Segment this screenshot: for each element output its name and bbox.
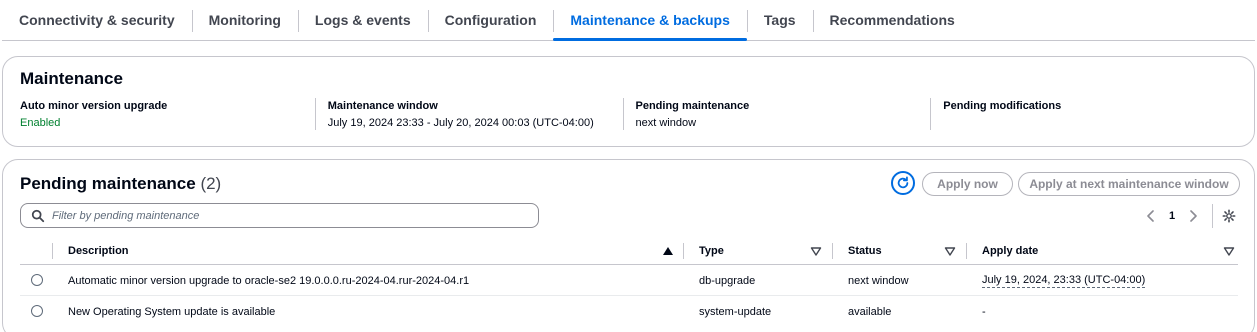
tab-label: Maintenance & backups	[570, 12, 730, 28]
description-cell: Automatic minor version upgrade to oracl…	[68, 274, 470, 287]
pagination: 1	[1143, 206, 1201, 226]
divider	[1212, 204, 1213, 228]
field-value: July 19, 2024 23:33 - July 20, 2024 00:0…	[327, 117, 594, 129]
apply-date-cell: -	[982, 305, 986, 318]
preferences-button[interactable]	[1220, 207, 1238, 225]
column-header-status[interactable]: Status	[848, 237, 882, 265]
sort-icon[interactable]	[810, 245, 822, 257]
apply-now-button[interactable]: Apply now	[922, 172, 1013, 196]
tab-logs-events[interactable]: Logs & events	[297, 0, 428, 40]
field-label: Pending modifications	[943, 100, 1062, 112]
row-select-radio[interactable]	[31, 274, 43, 286]
maintenance-title: Maintenance	[20, 69, 123, 88]
title-text: Pending maintenance	[20, 174, 196, 193]
tab-label: Tags	[763, 12, 796, 28]
gear-icon	[1222, 209, 1236, 223]
pending-maintenance-title: Pending maintenance (2)	[20, 174, 221, 194]
column-divider	[966, 243, 967, 259]
status-enabled: Enabled	[20, 117, 61, 129]
status-cell: next window	[848, 274, 909, 287]
search-input[interactable]	[52, 209, 522, 222]
pending-modifications-field: Pending modifications	[930, 98, 1238, 132]
type-cell: db-upgrade	[699, 274, 756, 287]
tab-label: Configuration	[444, 12, 537, 28]
tab-label: Connectivity & security	[19, 12, 175, 28]
tab-tags[interactable]: Tags	[746, 0, 813, 40]
table-header: Description Type Status Apply date	[20, 237, 1238, 265]
sort-ascending-icon[interactable]	[662, 245, 674, 257]
maintenance-panel: Maintenance Auto minor version upgrade E…	[2, 56, 1255, 147]
sort-icon[interactable]	[1223, 245, 1235, 257]
tab-label: Monitoring	[208, 12, 281, 28]
row-select-radio[interactable]	[31, 305, 43, 317]
tab-recommendations[interactable]: Recommendations	[812, 0, 972, 40]
pending-maintenance-field: Pending maintenance next window	[622, 98, 931, 132]
column-divider	[683, 243, 684, 259]
pending-maintenance-panel: Pending maintenance (2) Apply now Apply …	[2, 159, 1255, 332]
maintenance-window-field: Maintenance window July 19, 2024 23:33 -…	[314, 98, 623, 132]
tab-connectivity-security[interactable]: Connectivity & security	[2, 0, 192, 40]
chevron-right-icon	[1190, 210, 1197, 222]
column-divider	[832, 243, 833, 259]
sort-icon[interactable]	[944, 245, 956, 257]
tab-configuration[interactable]: Configuration	[427, 0, 554, 40]
table-row[interactable]: Automatic minor version upgrade to oracl…	[20, 265, 1238, 296]
type-cell: system-update	[699, 305, 772, 318]
current-page[interactable]: 1	[1169, 210, 1175, 222]
column-header-type[interactable]: Type	[699, 237, 724, 265]
table-row[interactable]: New Operating System update is available…	[20, 296, 1238, 327]
tab-label: Logs & events	[314, 12, 411, 28]
field-label: Pending maintenance	[635, 100, 750, 112]
chevron-left-icon	[1147, 210, 1154, 222]
tab-maintenance-backups[interactable]: Maintenance & backups	[553, 0, 747, 41]
column-divider	[52, 243, 53, 259]
next-page-button[interactable]	[1185, 208, 1201, 224]
previous-page-button[interactable]	[1143, 208, 1159, 224]
field-label: Maintenance window	[327, 100, 438, 112]
item-count: (2)	[200, 174, 222, 193]
tab-bar: Connectivity & security Monitoring Logs …	[2, 0, 1255, 41]
description-cell: New Operating System update is available	[68, 305, 276, 318]
column-header-description[interactable]: Description	[68, 237, 129, 265]
refresh-button[interactable]	[891, 171, 915, 195]
apply-date-tooltip-trigger[interactable]: July 19, 2024, 23:33 (UTC-04:00)	[982, 274, 1146, 288]
apply-next-window-button[interactable]: Apply at next maintenance window	[1018, 172, 1240, 196]
filter-search[interactable]	[20, 203, 539, 228]
maintenance-details: Auto minor version upgrade Enabled Maint…	[20, 98, 1238, 132]
search-icon	[31, 209, 45, 222]
apply-date-cell: July 19, 2024, 23:33 (UTC-04:00)	[982, 265, 1146, 296]
tab-monitoring[interactable]: Monitoring	[191, 0, 298, 40]
field-value: next window	[635, 117, 697, 129]
column-header-apply-date[interactable]: Apply date	[982, 237, 1038, 265]
auto-minor-upgrade-field: Auto minor version upgrade Enabled	[20, 98, 315, 132]
tab-label: Recommendations	[829, 12, 955, 28]
refresh-icon	[897, 176, 909, 189]
field-label: Auto minor version upgrade	[20, 100, 168, 112]
status-cell: available	[848, 305, 892, 318]
